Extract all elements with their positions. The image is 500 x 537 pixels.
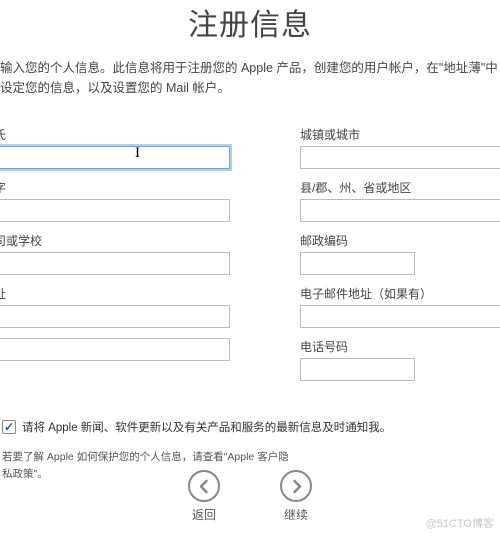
- field-city: 城镇或城市: [300, 126, 500, 169]
- given-name-input[interactable]: [0, 199, 230, 222]
- form-area: 氏 字 司或学校 址 城镇或城市 县/郡、州、省或地区 邮政: [0, 126, 500, 391]
- privacy-note-line1: 若要了解 Apple 如何保护您的个人信息，请查看"Apple 客户隐: [2, 451, 289, 463]
- field-phone: 电话号码: [300, 338, 500, 381]
- surname-input[interactable]: [0, 146, 230, 169]
- field-given-name: 字: [0, 179, 230, 222]
- surname-label: 氏: [0, 126, 230, 143]
- right-column: 城镇或城市 县/郡、州、省或地区 邮政编码 电子邮件地址（如果有） 电话号码: [300, 126, 500, 391]
- page-title: 注册信息: [0, 0, 500, 44]
- newsletter-checkbox[interactable]: ✓: [2, 420, 16, 434]
- field-address2: [0, 338, 230, 361]
- given-name-label: 字: [0, 179, 230, 196]
- field-address: 址: [0, 285, 230, 328]
- arrow-left-icon: [188, 470, 220, 502]
- city-input[interactable]: [300, 146, 500, 169]
- city-label: 城镇或城市: [300, 126, 500, 143]
- field-surname: 氏: [0, 126, 230, 169]
- email-label: 电子邮件地址（如果有）: [300, 285, 500, 302]
- phone-input[interactable]: [300, 358, 415, 381]
- address2-input[interactable]: [0, 338, 230, 361]
- company-label: 司或学校: [0, 232, 230, 249]
- field-company: 司或学校: [0, 232, 230, 275]
- postal-label: 邮政编码: [300, 232, 500, 249]
- newsletter-checkbox-row: ✓ 请将 Apple 新闻、软件更新以及有关产品和服务的最新信息及时通知我。: [2, 419, 500, 435]
- arrow-right-icon: [280, 470, 312, 502]
- intro-text: 输入您的个人信息。此信息将用于注册您的 Apple 产品，创建您的用户帐户，在"…: [0, 58, 500, 126]
- postal-input[interactable]: [300, 252, 415, 275]
- back-label: 返回: [192, 506, 216, 523]
- watermark: @51CTO博客: [426, 515, 494, 531]
- region-input[interactable]: [300, 199, 500, 222]
- company-input[interactable]: [0, 252, 230, 275]
- field-region: 县/郡、州、省或地区: [300, 179, 500, 222]
- newsletter-checkbox-label: 请将 Apple 新闻、软件更新以及有关产品和服务的最新信息及时通知我。: [22, 419, 391, 435]
- field-postal: 邮政编码: [300, 232, 500, 275]
- continue-label: 继续: [284, 506, 308, 523]
- field-email: 电子邮件地址（如果有）: [300, 285, 500, 328]
- address-label: 址: [0, 285, 230, 302]
- email-input[interactable]: [300, 305, 500, 328]
- region-label: 县/郡、州、省或地区: [300, 179, 500, 196]
- left-column: 氏 字 司或学校 址: [0, 126, 230, 391]
- address-input[interactable]: [0, 305, 230, 328]
- back-button[interactable]: 返回: [188, 470, 220, 523]
- phone-label: 电话号码: [300, 338, 500, 355]
- continue-button[interactable]: 继续: [280, 470, 312, 523]
